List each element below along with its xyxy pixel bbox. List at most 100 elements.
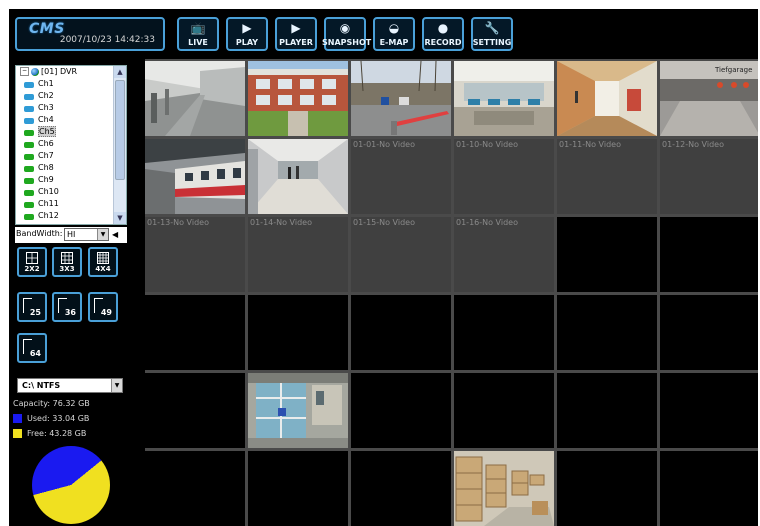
layout-64-button[interactable]: 64 bbox=[17, 333, 47, 363]
tree-scrollbar[interactable]: ▲ ▼ bbox=[113, 66, 126, 224]
camera-feed-warehouse[interactable] bbox=[454, 451, 554, 526]
video-cell-empty[interactable] bbox=[557, 373, 657, 448]
channel-item[interactable]: Ch8 bbox=[18, 163, 116, 175]
feed-image bbox=[248, 373, 348, 448]
video-cell-empty[interactable] bbox=[454, 295, 554, 370]
video-cell-empty[interactable] bbox=[145, 295, 245, 370]
video-cell-no-signal[interactable]: 01-15-No Video bbox=[351, 217, 451, 292]
feed-image: Tiefgarage bbox=[660, 61, 758, 136]
bandwidth-select[interactable]: HI ▼ bbox=[64, 228, 109, 241]
video-cell-empty[interactable] bbox=[660, 451, 758, 526]
channel-item[interactable]: Ch7 bbox=[18, 151, 116, 163]
play-button[interactable]: ▶ PLAY bbox=[226, 17, 268, 51]
channel-item[interactable]: Ch9 bbox=[18, 175, 116, 187]
channel-tree: − [01] DVR Ch1 Ch2 Ch3 Ch4 Ch5 Ch6 Ch7 Ch8 Ch9 Ch1… bbox=[15, 65, 127, 225]
chevron-down-icon[interactable]: ▼ bbox=[97, 229, 108, 240]
video-cell-empty[interactable] bbox=[557, 451, 657, 526]
video-cell-empty[interactable] bbox=[351, 373, 451, 448]
channel-label: Ch7 bbox=[38, 151, 54, 160]
free-legend: Free: 43.28 GB bbox=[13, 429, 86, 438]
camera-feed-gate[interactable] bbox=[351, 61, 451, 136]
video-cell-no-signal[interactable]: 01-14-No Video bbox=[248, 217, 348, 292]
emap-button[interactable]: ◒ E-MAP bbox=[373, 17, 415, 51]
camera-feed-lobby[interactable] bbox=[248, 139, 348, 214]
camera-feed-platform[interactable] bbox=[145, 61, 245, 136]
layout-label: 3X3 bbox=[59, 265, 75, 273]
video-cell-empty[interactable] bbox=[557, 217, 657, 292]
speaker-icon[interactable]: ◀ bbox=[112, 230, 121, 239]
record-button[interactable]: ● RECORD bbox=[422, 17, 464, 51]
channel-item[interactable]: Ch5 bbox=[18, 126, 116, 139]
scroll-up-icon[interactable]: ▲ bbox=[114, 66, 126, 78]
camera-icon bbox=[24, 166, 34, 172]
layout-2x2-button[interactable]: 2X2 bbox=[17, 247, 47, 277]
channel-tree-list: − [01] DVR Ch1 Ch2 Ch3 Ch4 Ch5 Ch6 Ch7 Ch8 Ch9 Ch1… bbox=[18, 67, 116, 224]
camera-icon bbox=[24, 214, 34, 220]
video-cell-empty[interactable] bbox=[660, 295, 758, 370]
layout-36-button[interactable]: 36 bbox=[52, 292, 82, 322]
video-cell-empty[interactable] bbox=[351, 451, 451, 526]
drive-select[interactable]: C:\ NTFS ▼ bbox=[17, 378, 123, 393]
camera-icon bbox=[24, 82, 34, 88]
record-icon: ● bbox=[437, 21, 449, 35]
channel-item[interactable]: Ch4 bbox=[18, 115, 116, 127]
channel-item[interactable]: Ch3 bbox=[18, 103, 116, 115]
player-button[interactable]: ▶ PLAYER bbox=[275, 17, 317, 51]
scroll-down-icon[interactable]: ▼ bbox=[114, 212, 126, 224]
video-cell-no-signal[interactable]: 01-01-No Video bbox=[351, 139, 451, 214]
layout-4x4-button[interactable]: 4X4 bbox=[88, 247, 118, 277]
channel-label: Ch10 bbox=[38, 187, 59, 196]
video-cell-empty[interactable] bbox=[660, 373, 758, 448]
no-video-label: 01-12-No Video bbox=[662, 140, 724, 149]
video-cell-empty[interactable] bbox=[660, 217, 758, 292]
camera-feed-office[interactable] bbox=[454, 61, 554, 136]
channel-item[interactable]: Ch2 bbox=[18, 91, 116, 103]
camera-feed-corridor[interactable] bbox=[557, 61, 657, 136]
snapshot-button[interactable]: ◉ SNAPSHOT bbox=[322, 17, 371, 51]
camera-feed-building[interactable] bbox=[248, 373, 348, 448]
bandwidth-value: HI bbox=[67, 230, 76, 239]
channel-item[interactable]: Ch11 bbox=[18, 199, 116, 211]
camera-feed-train[interactable] bbox=[145, 139, 245, 214]
video-cell-empty[interactable] bbox=[248, 451, 348, 526]
channel-item[interactable]: Ch13 bbox=[18, 223, 116, 224]
setting-button[interactable]: 🔧 SETTING bbox=[471, 17, 513, 51]
used-legend: Used: 33.04 GB bbox=[13, 414, 89, 423]
channel-label: Ch8 bbox=[38, 163, 54, 172]
video-cell-empty[interactable] bbox=[351, 295, 451, 370]
camera-feed-school[interactable] bbox=[248, 61, 348, 136]
channel-label: Ch6 bbox=[38, 139, 54, 148]
video-cell-empty[interactable] bbox=[557, 295, 657, 370]
live-button[interactable]: 📺 LIVE bbox=[177, 17, 219, 51]
layout-49-button[interactable]: 49 bbox=[88, 292, 118, 322]
video-cell-no-signal[interactable]: 01-16-No Video bbox=[454, 217, 554, 292]
video-cell-no-signal[interactable]: 01-11-No Video bbox=[557, 139, 657, 214]
channel-label: Ch11 bbox=[38, 199, 59, 208]
video-cell-empty[interactable] bbox=[454, 373, 554, 448]
channel-label: Ch3 bbox=[38, 103, 54, 112]
emap-label: E-MAP bbox=[379, 38, 409, 47]
layout-25-button[interactable]: 25 bbox=[17, 292, 47, 322]
layout-3x3-button[interactable]: 3X3 bbox=[52, 247, 82, 277]
setting-label: SETTING bbox=[472, 38, 512, 47]
cms-window: CMS 2007/10/23 14:42:33 📺 LIVE ▶ PLAY ▶ PLAYE… bbox=[9, 9, 758, 526]
channel-item[interactable]: Ch1 bbox=[18, 79, 116, 91]
video-cell-no-signal[interactable]: 01-13-No Video bbox=[145, 217, 245, 292]
scroll-thumb[interactable] bbox=[115, 80, 125, 180]
layout-label: 36 bbox=[64, 308, 76, 317]
collapse-icon[interactable]: − bbox=[20, 67, 29, 76]
tree-root-dvr[interactable]: − [01] DVR bbox=[18, 67, 116, 79]
channel-item[interactable]: Ch12 bbox=[18, 211, 116, 223]
video-cell-empty[interactable] bbox=[248, 295, 348, 370]
video-cell-no-signal[interactable]: 01-12-No Video bbox=[660, 139, 758, 214]
video-grid: Tiefgarage 01-01-No Video 01-10-No Video… bbox=[145, 59, 758, 526]
video-cell-empty[interactable] bbox=[145, 451, 245, 526]
video-cell-no-signal[interactable]: 01-10-No Video bbox=[454, 139, 554, 214]
chevron-down-icon[interactable]: ▼ bbox=[111, 379, 122, 392]
video-cell-empty[interactable] bbox=[145, 373, 245, 448]
storage-pie-chart bbox=[32, 446, 110, 524]
channel-item[interactable]: Ch10 bbox=[18, 187, 116, 199]
channel-item[interactable]: Ch6 bbox=[18, 139, 116, 151]
camera-feed-garage[interactable]: Tiefgarage bbox=[660, 61, 758, 136]
cam-sign-text: Tiefgarage bbox=[714, 66, 752, 74]
